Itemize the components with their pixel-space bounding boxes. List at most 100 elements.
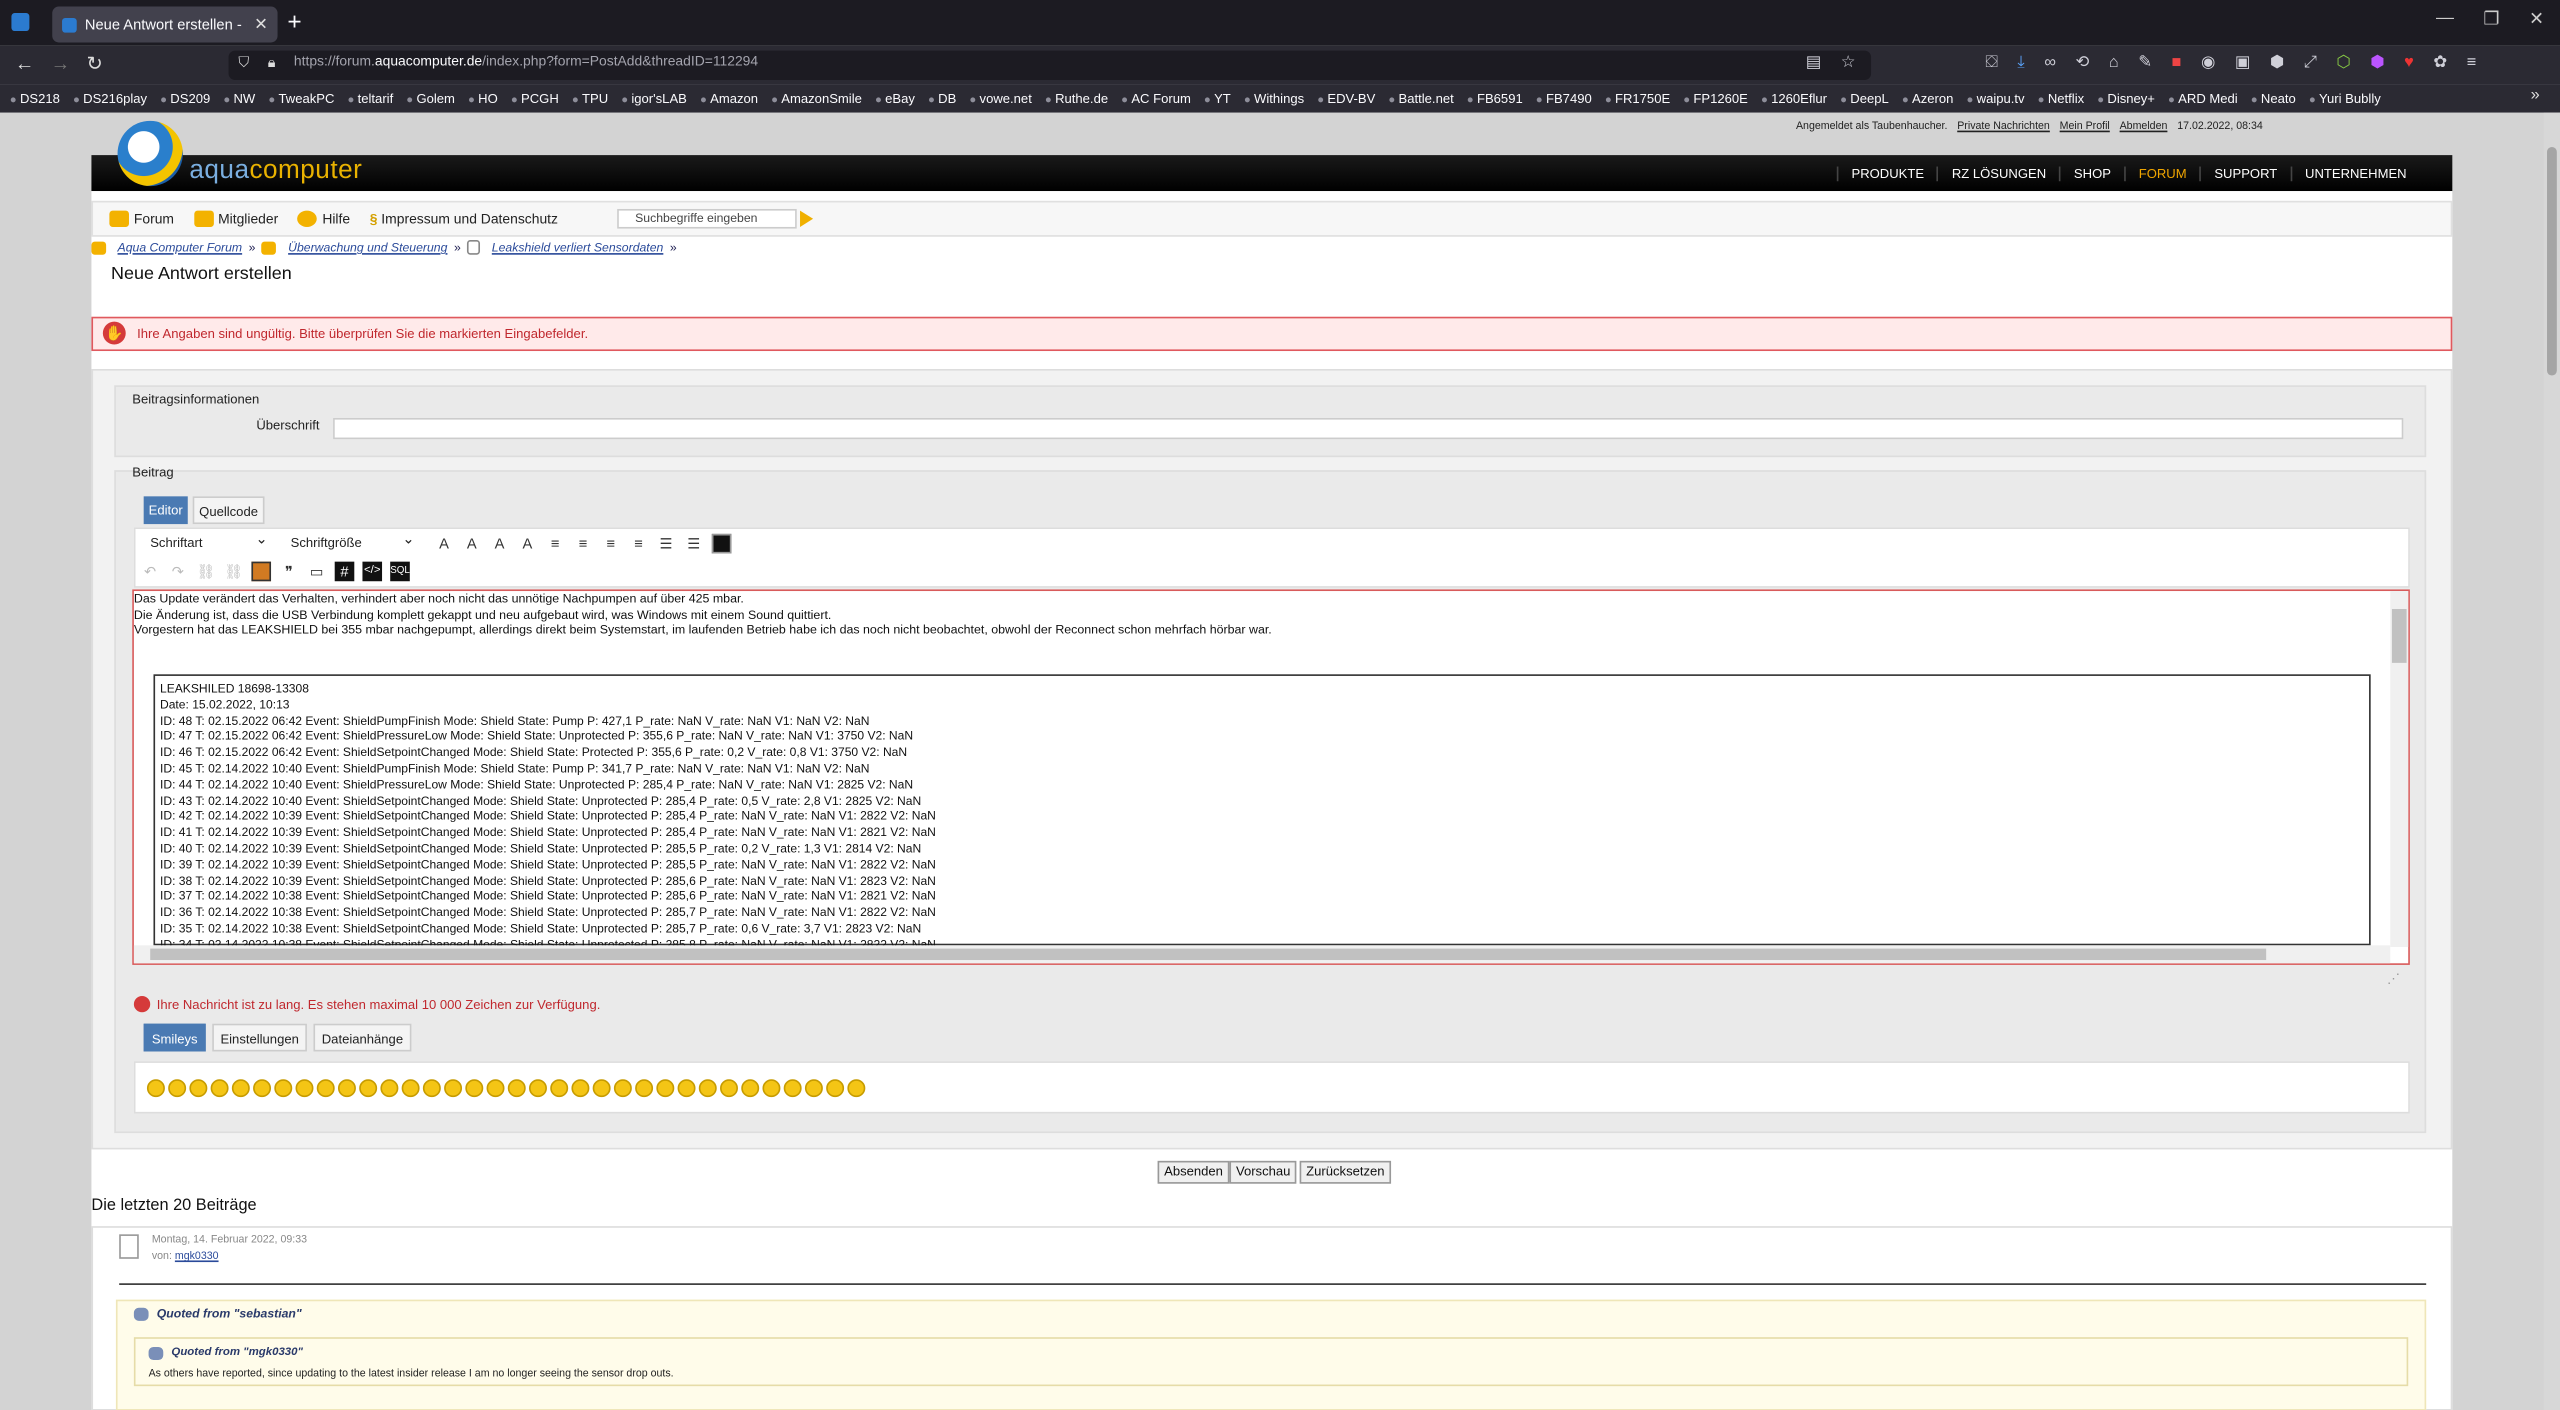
close-tab-icon[interactable]: ✕: [254, 16, 268, 34]
shield-icon[interactable]: ⛉: [238, 54, 249, 72]
hashtag-icon[interactable]: #: [334, 561, 355, 582]
extension-icon[interactable]: ⬢: [2270, 54, 2284, 72]
tab-active[interactable]: Neue Antwort erstellen - Leaks ✕: [52, 6, 278, 43]
editor-text[interactable]: Das Update verändert das Verhalten, verh…: [134, 591, 1272, 638]
subnav-help[interactable]: Hilfe: [297, 210, 350, 228]
smiley-icon[interactable]: [295, 1079, 314, 1098]
bookmark-item[interactable]: 1260Eflur: [1761, 91, 1827, 106]
bookmark-item[interactable]: FP1260E: [1683, 91, 1747, 106]
extension-icon[interactable]: ◉: [2201, 54, 2215, 72]
preview-button[interactable]: Vorschau: [1229, 1160, 1297, 1184]
nav-forum[interactable]: FORUM: [2124, 165, 2200, 181]
resize-handle-icon[interactable]: ⋰: [2387, 971, 2407, 986]
bookmark-item[interactable]: Battle.net: [1388, 91, 1454, 106]
redo-icon[interactable]: ↷: [168, 562, 188, 582]
spoiler-icon[interactable]: ▭: [307, 562, 327, 582]
bookmark-item[interactable]: Withings: [1244, 91, 1304, 106]
bookmark-item[interactable]: AC Forum: [1121, 91, 1191, 106]
quote-icon[interactable]: ❞: [279, 562, 299, 582]
editor-hscroll-thumb[interactable]: [150, 948, 2267, 961]
link-icon[interactable]: ⛓: [196, 562, 216, 582]
breadcrumb-thread[interactable]: Leakshield verliert Sensordaten: [492, 240, 664, 255]
bookmark-item[interactable]: ARD Medi: [2168, 91, 2238, 106]
logo-text[interactable]: aquacomputer: [189, 157, 362, 186]
smiley-icon[interactable]: [274, 1079, 293, 1098]
smiley-icon[interactable]: [656, 1079, 675, 1098]
smiley-icon[interactable]: [613, 1079, 632, 1098]
tab-editor[interactable]: Editor: [143, 496, 188, 525]
maximize-icon[interactable]: ❐: [2483, 8, 2499, 30]
search-input[interactable]: Suchbegriffe eingeben: [617, 208, 797, 229]
smiley-icon[interactable]: [168, 1079, 187, 1098]
bookmark-item[interactable]: eBay: [875, 91, 915, 106]
smiley-icon[interactable]: [337, 1079, 356, 1098]
smiley-icon[interactable]: [189, 1079, 208, 1098]
nav-shop[interactable]: SHOP: [2059, 165, 2124, 181]
logout-link[interactable]: Abmelden: [2120, 121, 2168, 132]
search-submit-icon[interactable]: [800, 210, 814, 227]
extension-icon[interactable]: ⬢: [2370, 54, 2384, 72]
extension-icon[interactable]: ⬡: [2336, 54, 2350, 72]
url-text[interactable]: https://forum.aquacomputer.de/index.php?…: [294, 52, 758, 68]
code-icon[interactable]: </>: [362, 561, 383, 582]
fullscreen-icon[interactable]: [711, 533, 732, 554]
bookmark-star-icon[interactable]: ☆: [1841, 54, 1856, 72]
font-smaller-icon[interactable]: A: [490, 534, 510, 554]
extension-icon[interactable]: ✿: [2433, 54, 2447, 72]
author-link[interactable]: mgk0330: [175, 1251, 219, 1262]
bullet-list-icon[interactable]: ☰: [656, 534, 676, 554]
bookmark-item[interactable]: AmazonSmile: [771, 91, 862, 106]
bookmark-item[interactable]: Ruthe.de: [1045, 91, 1108, 106]
undo-icon[interactable]: ↶: [140, 562, 160, 582]
smiley-icon[interactable]: [762, 1079, 781, 1098]
reload-icon[interactable]: ↻: [87, 52, 103, 75]
image-icon[interactable]: [251, 561, 272, 582]
smiley-icon[interactable]: [465, 1079, 484, 1098]
smiley-icon[interactable]: [507, 1079, 526, 1098]
tab-attachments[interactable]: Dateianhänge: [313, 1023, 412, 1052]
private-messages-link[interactable]: Private Nachrichten: [1957, 121, 2050, 132]
align-right-icon[interactable]: ≡: [601, 534, 621, 554]
smiley-icon[interactable]: [316, 1079, 335, 1098]
tab-settings[interactable]: Einstellungen: [212, 1023, 308, 1052]
bookmark-item[interactable]: DS209: [160, 91, 210, 106]
aquacomputer-logo[interactable]: [117, 120, 183, 187]
extension-icon[interactable]: ▣: [2235, 54, 2250, 72]
bookmarks-overflow-icon[interactable]: »: [2531, 87, 2540, 105]
pocket-icon[interactable]: ⛋: [1985, 54, 1997, 72]
smiley-icon[interactable]: [635, 1079, 654, 1098]
smiley-icon[interactable]: [253, 1079, 272, 1098]
smiley-icon[interactable]: [486, 1079, 505, 1098]
sql-icon[interactable]: SQL: [390, 561, 410, 582]
bookmark-item[interactable]: PCGH: [511, 91, 559, 106]
bookmark-item[interactable]: Amazon: [700, 91, 758, 106]
font-size-select[interactable]: Schriftgröße: [281, 529, 418, 554]
strike-icon[interactable]: A: [518, 534, 538, 554]
breadcrumb-board[interactable]: Überwachung und Steuerung: [288, 240, 447, 255]
bookmark-item[interactable]: YT: [1204, 91, 1231, 106]
smiley-icon[interactable]: [847, 1079, 866, 1098]
tab-source[interactable]: Quellcode: [192, 496, 265, 525]
menu-icon[interactable]: ≡: [2467, 54, 2477, 72]
smiley-icon[interactable]: [571, 1079, 590, 1098]
smiley-icon[interactable]: [444, 1079, 463, 1098]
bookmark-item[interactable]: waipu.tv: [1966, 91, 2025, 106]
nav-support[interactable]: SUPPORT: [2199, 165, 2291, 181]
extension-icon[interactable]: ⌂: [2109, 54, 2119, 72]
font-bigger-icon[interactable]: A: [462, 534, 482, 554]
glasses-icon[interactable]: ∞: [2044, 54, 2056, 72]
bookmark-item[interactable]: FB6591: [1467, 91, 1523, 106]
bookmark-item[interactable]: DS218: [10, 91, 60, 106]
tab-smileys[interactable]: Smileys: [143, 1023, 206, 1052]
smiley-icon[interactable]: [826, 1079, 845, 1098]
forward-icon[interactable]: →: [51, 52, 71, 75]
smiley-icon[interactable]: [783, 1079, 802, 1098]
extension-icon[interactable]: ⤢: [2304, 54, 2317, 72]
bookmark-item[interactable]: FR1750E: [1605, 91, 1670, 106]
nav-unternehmen[interactable]: UNTERNEHMEN: [2290, 165, 2419, 181]
bookmark-item[interactable]: vowe.net: [969, 91, 1032, 106]
extension-icon[interactable]: ♥: [2404, 54, 2414, 72]
bookmark-item[interactable]: DS216play: [73, 91, 147, 106]
font-select[interactable]: Schriftart: [140, 529, 271, 554]
reset-button[interactable]: Zurücksetzen: [1299, 1160, 1392, 1184]
